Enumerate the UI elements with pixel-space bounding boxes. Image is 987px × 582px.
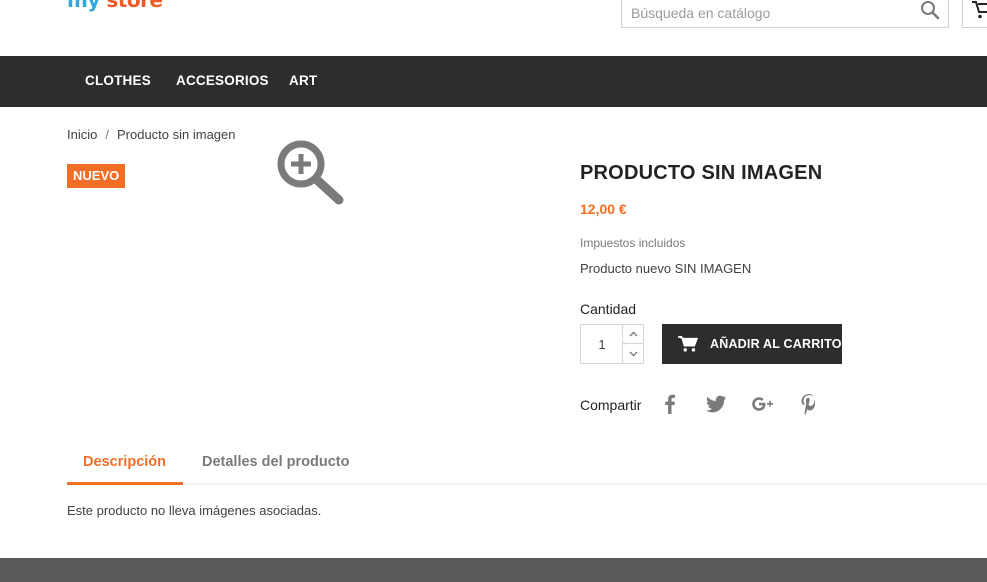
store-logo[interactable]: my store	[67, 0, 163, 12]
quantity-label: Cantidad	[580, 301, 637, 317]
new-badge: NUEVO	[67, 164, 126, 188]
add-to-cart-button[interactable]: AÑADIR AL CARRITO	[662, 324, 842, 364]
search-icon[interactable]	[920, 0, 940, 20]
tab-content-text: Este producto no lleva imágenes asociada…	[67, 503, 322, 518]
logo-text-part1: my	[67, 0, 100, 12]
footer	[0, 558, 987, 582]
tab-detalles-producto[interactable]: Detalles del producto	[202, 454, 349, 470]
quantity-stepper	[580, 324, 644, 364]
main-nav: CLOTHES ACCESORIOS ART	[0, 56, 987, 107]
tab-descripcion[interactable]: Descripción	[83, 454, 166, 470]
search-input[interactable]	[622, 0, 912, 26]
header: my store	[0, 0, 987, 56]
nav-item-clothes[interactable]: CLOTHES	[85, 73, 151, 88]
facebook-icon[interactable]	[658, 393, 682, 415]
add-to-cart-label: AÑADIR AL CARRITO	[710, 337, 842, 351]
zoom-in-icon[interactable]	[276, 139, 344, 205]
product-short-description: Producto nuevo SIN IMAGEN	[580, 261, 752, 276]
breadcrumb-home-link[interactable]: Inicio	[67, 127, 97, 142]
nav-item-art[interactable]: ART	[289, 73, 317, 88]
active-tab-indicator	[67, 482, 183, 485]
quantity-input[interactable]	[581, 325, 623, 363]
breadcrumb: Inicio / Producto sin imagen	[67, 127, 236, 142]
pinterest-icon[interactable]	[797, 393, 821, 415]
cart-button[interactable]	[962, 0, 987, 28]
tax-note: Impuestos incluidos	[580, 236, 686, 250]
google-plus-icon[interactable]	[751, 393, 775, 415]
product-title: PRODUCTO SIN IMAGEN	[580, 162, 823, 184]
product-price: 12,00 €	[580, 201, 627, 217]
breadcrumb-separator: /	[105, 127, 109, 142]
search-box	[621, 0, 949, 28]
twitter-icon[interactable]	[704, 393, 728, 415]
shopping-cart-icon	[678, 336, 698, 352]
quantity-decrease-button[interactable]	[622, 344, 643, 363]
shopping-cart-icon	[972, 1, 987, 19]
breadcrumb-current[interactable]: Producto sin imagen	[117, 127, 236, 142]
quantity-increase-button[interactable]	[622, 325, 643, 344]
chevron-down-icon	[629, 351, 637, 356]
chevron-up-icon	[629, 331, 637, 337]
nav-item-accesorios[interactable]: ACCESORIOS	[176, 73, 269, 88]
logo-text-part2: store	[106, 0, 163, 12]
product-tabs: Descripción Detalles del producto	[67, 443, 987, 485]
share-label: Compartir	[580, 397, 642, 413]
